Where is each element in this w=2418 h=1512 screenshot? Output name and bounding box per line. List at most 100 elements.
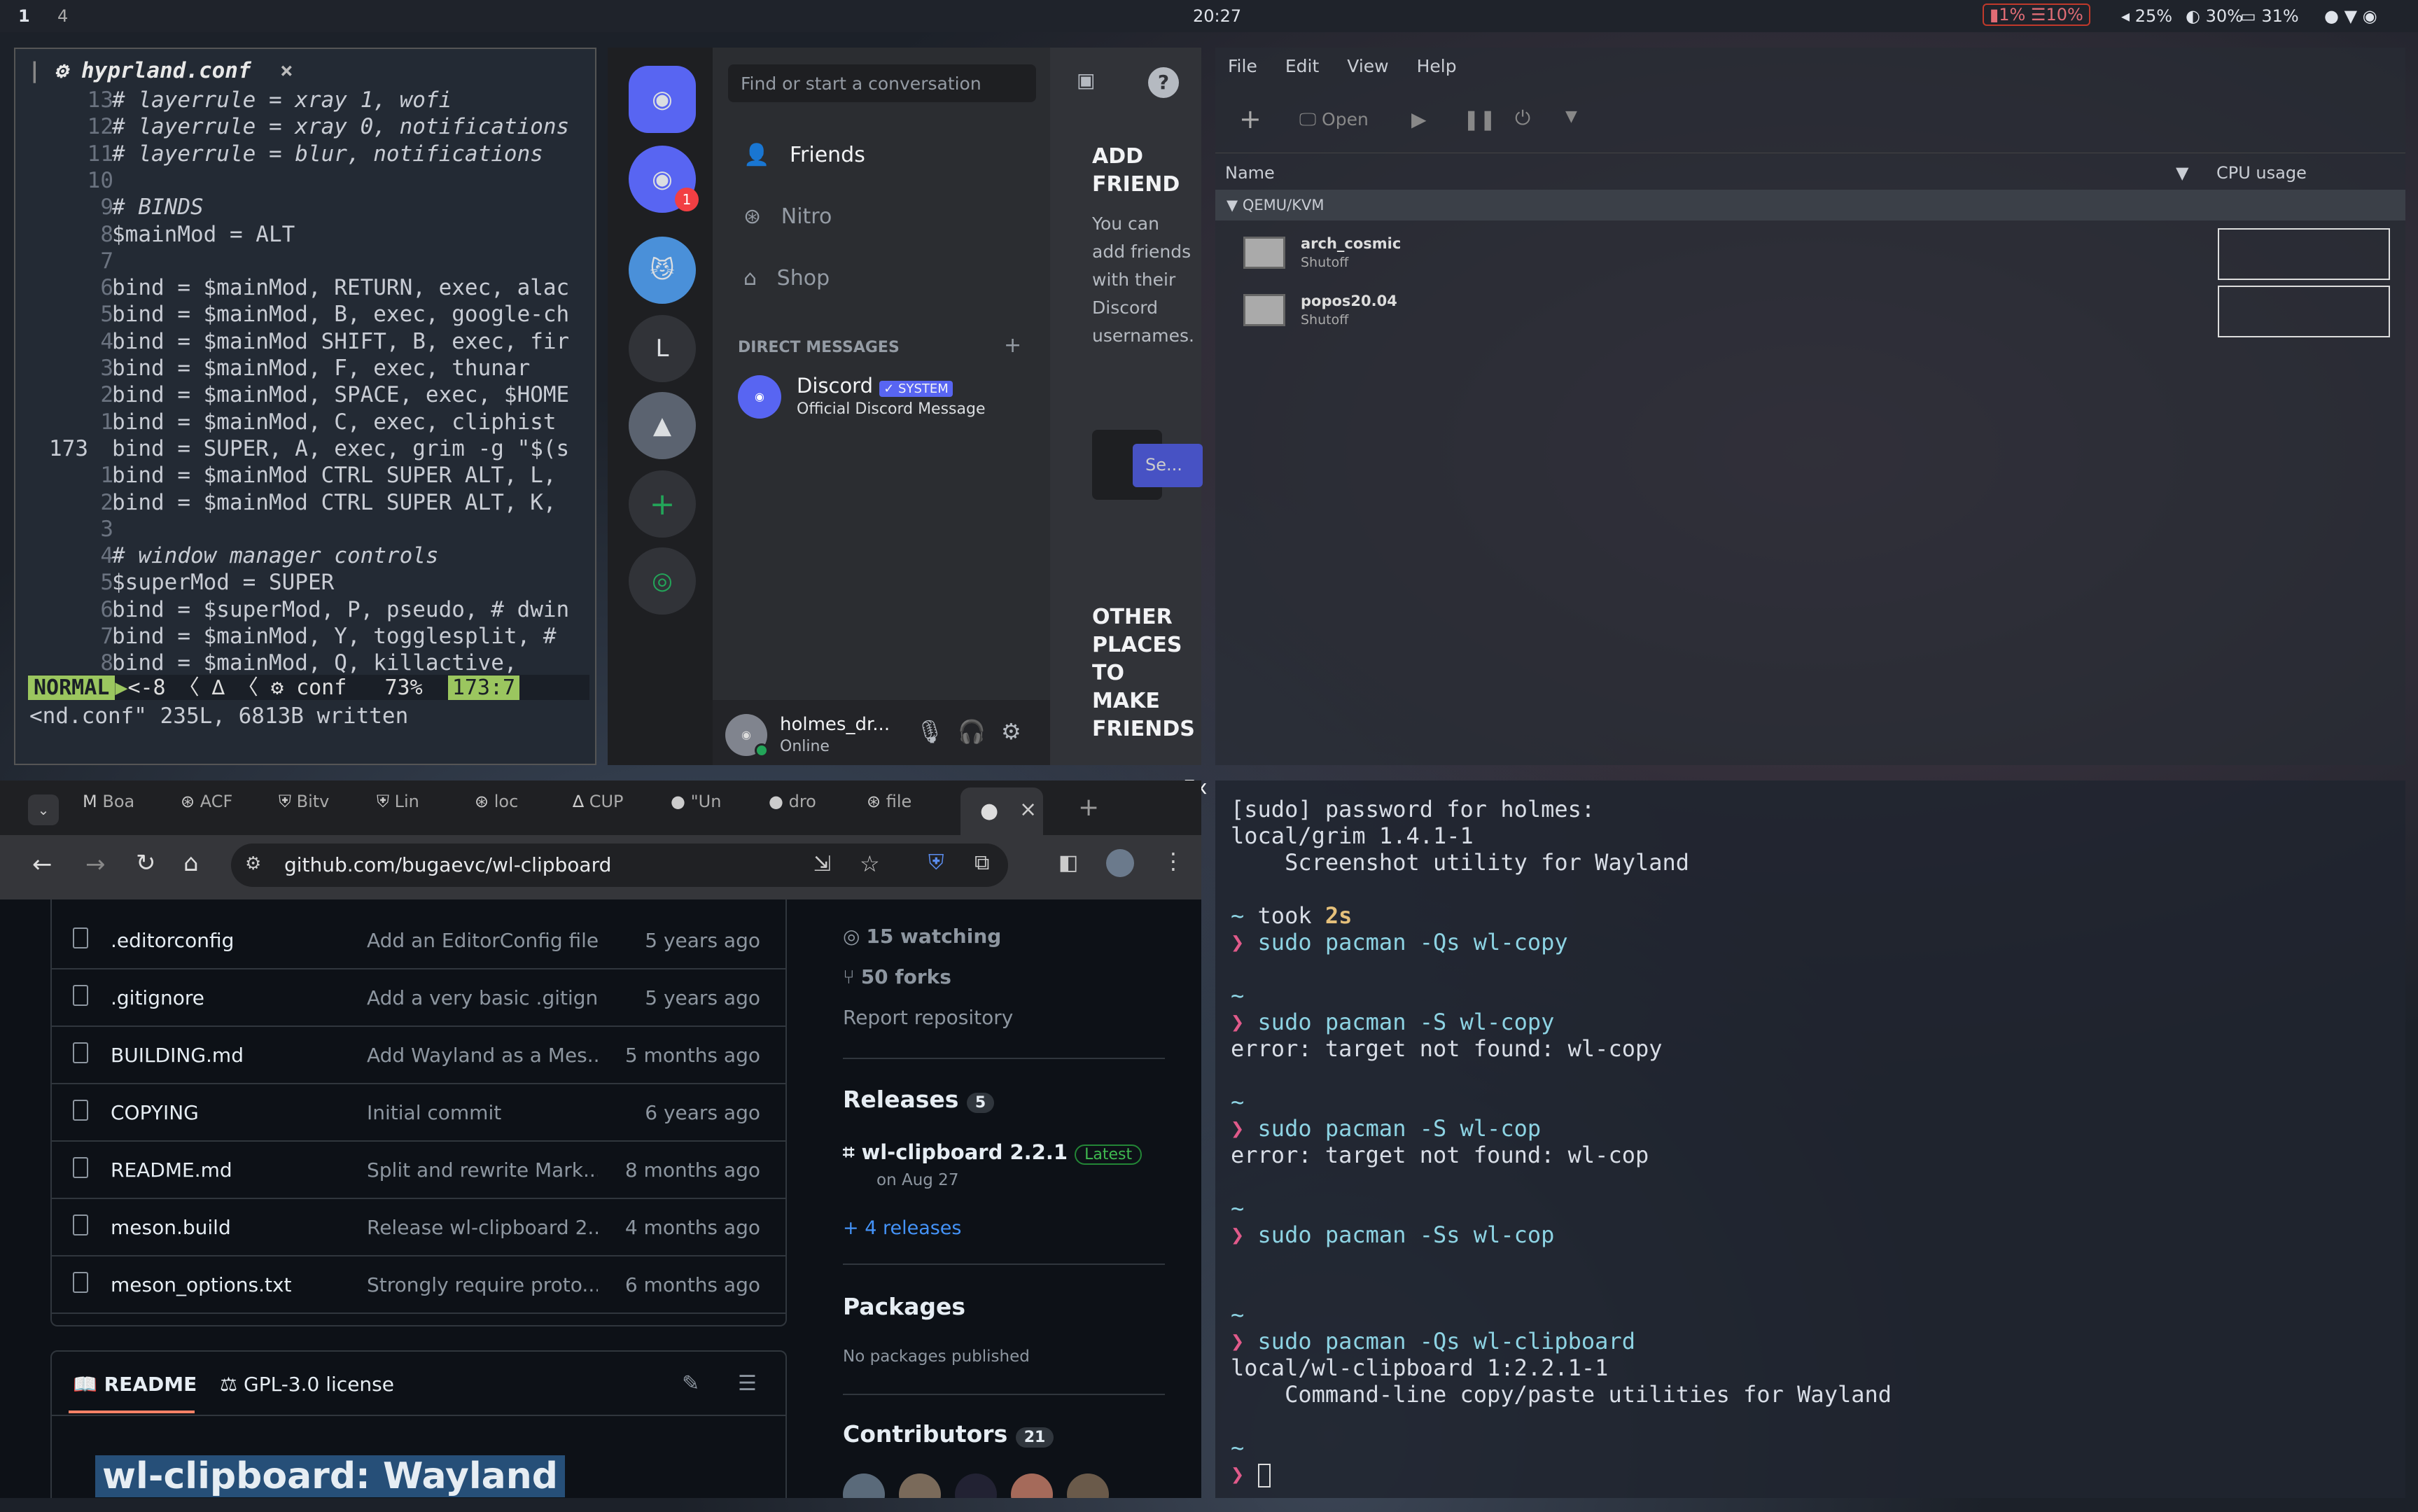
menu-help[interactable]: Help (1417, 56, 1457, 76)
bookmark-star-icon[interactable]: ☆ (860, 850, 880, 877)
browser-tab[interactable]: ⊛ loc (475, 792, 563, 827)
server-icon-L[interactable]: L (629, 315, 696, 382)
code-line[interactable]: # layerrule = xray 1, wofi (112, 87, 452, 113)
pause-icon[interactable]: ❚❚ (1463, 108, 1496, 131)
file-name[interactable]: meson_options.txt (111, 1273, 292, 1296)
file-name[interactable]: .gitignore (111, 986, 204, 1009)
browser-tab[interactable]: ⛨ Lin (377, 792, 465, 827)
commit-msg[interactable]: Split and rewrite Mark... (367, 1158, 598, 1182)
code-line[interactable]: bind = $mainMod, C, exec, cliphist (112, 409, 557, 435)
code-line[interactable]: bind = $mainMod, SPACE, exec, $HOME (112, 382, 569, 408)
dm-item-discord[interactable]: ◉ Discord ✓ SYSTEM Official Discord Mess… (738, 372, 1032, 423)
col-name[interactable]: Name (1225, 163, 1275, 183)
code-line[interactable]: bind = $mainMod CTRL SUPER ALT, K, (112, 489, 557, 516)
add-server-icon[interactable]: + (629, 470, 696, 538)
code-line[interactable]: bind = $mainMod, F, exec, thunar (112, 355, 530, 382)
browser-tab[interactable]: ● dro (769, 792, 857, 827)
inbox-icon[interactable]: ▣ (1077, 69, 1095, 92)
menu-view[interactable]: View (1347, 56, 1388, 76)
workspace-4[interactable]: 4 (57, 6, 68, 26)
menu-edit[interactable]: Edit (1285, 56, 1319, 76)
code-line[interactable]: bind = $superMod, P, pseudo, # dwin (112, 596, 569, 623)
workspace-1[interactable]: 1 (18, 6, 30, 26)
nav-nitro[interactable]: ⊛ Nitro (743, 204, 832, 229)
help-icon[interactable]: ? (1148, 67, 1179, 98)
code-line[interactable]: bind = $mainMod, Y, togglesplit, # (112, 623, 557, 650)
code-line[interactable]: # layerrule = blur, notifications (112, 141, 543, 167)
commit-msg[interactable]: Strongly require proto... (367, 1273, 598, 1296)
file-row[interactable]: meson_options.txt Strongly require proto.… (52, 1256, 785, 1314)
headset-icon[interactable]: 🎧 (958, 718, 986, 745)
nav-shop[interactable]: ⌂ Shop (743, 266, 830, 290)
nav-friends[interactable]: 👤 Friends (743, 143, 865, 167)
discord-home-icon[interactable]: ◉ (629, 66, 696, 133)
open-button[interactable]: 🖵 Open (1299, 109, 1369, 130)
packages-heading[interactable]: Packages (843, 1293, 965, 1320)
commit-msg[interactable]: Add an EditorConfig file (367, 929, 598, 952)
vm-row[interactable]: popos20.04 Shutoff (1215, 286, 2405, 339)
release-item[interactable]: ⌗ wl-clipboard 2.2.1 Latest (843, 1140, 1142, 1165)
col-cpu[interactable]: CPU usage (2216, 163, 2307, 183)
bitwarden-icon[interactable]: ⛨ (928, 850, 944, 875)
more-releases-link[interactable]: + 4 releases (843, 1217, 962, 1239)
reload-icon[interactable]: ↻ (136, 849, 156, 877)
new-vm-icon[interactable]: + (1239, 104, 1262, 134)
file-row[interactable]: README.md Split and rewrite Mark... 8 mont… (52, 1142, 785, 1199)
nvim-window[interactable]: | ⚙ hyprland.conf × 13 # layerrule = xray… (14, 48, 596, 765)
sort-chevron-icon[interactable]: ▼ (2176, 163, 2188, 183)
code-line[interactable]: bind = $mainMod, B, exec, google-ch (112, 301, 569, 328)
browser-tab[interactable]: ⛨ Bitv (279, 792, 367, 827)
commit-msg[interactable]: Add a very basic .gitign... (367, 986, 598, 1009)
home-icon[interactable]: ⌂ (183, 849, 199, 877)
server-icon-photo[interactable]: ▲ (629, 392, 696, 459)
file-row[interactable]: meson.build Release wl-clipboard 2.... 4 m… (52, 1199, 785, 1256)
mic-icon[interactable]: 🎙 (916, 718, 944, 745)
contributors-heading[interactable]: Contributors 21 (843, 1420, 1054, 1448)
active-tab[interactable]: ● × (960, 788, 1043, 835)
url-text[interactable]: github.com/bugaevc/wl-clipboard (284, 853, 611, 876)
install-app-icon[interactable]: ⇲ (813, 852, 831, 876)
browser-tab[interactable]: M Boa (83, 792, 171, 827)
browser-tab[interactable]: ⊛ ACF (181, 792, 269, 827)
code-line[interactable]: bind = $mainMod CTRL SUPER ALT, L, (112, 462, 557, 489)
server-icon-discord[interactable]: ◉ 1 (629, 146, 699, 213)
file-name[interactable]: BUILDING.md (111, 1044, 244, 1067)
new-tab-icon[interactable]: + (1078, 793, 1099, 822)
extensions-icon[interactable]: ⧉ (974, 850, 989, 875)
browser-tab[interactable]: ⊛ file (867, 792, 955, 827)
sidepanel-icon[interactable]: ◧ (1058, 850, 1078, 875)
readme-tab[interactable]: 📖 README (73, 1373, 197, 1396)
settings-gear-icon[interactable]: ⚙ (1001, 718, 1021, 745)
server-icon-cat[interactable]: 😼 (629, 237, 696, 304)
send-request-button[interactable]: Se... (1133, 444, 1203, 487)
nvim-tab[interactable]: | ⚙ hyprland.conf × (15, 57, 575, 83)
releases-heading[interactable]: Releases 5 (843, 1086, 995, 1113)
code-line[interactable]: bind = $mainMod, Q, killactive, (112, 650, 517, 676)
report-link[interactable]: Report repository (843, 1006, 1013, 1029)
tab-search-chevron-icon[interactable]: ⌄ (28, 794, 59, 825)
tray-icons[interactable]: ● ▼ ◉ (2324, 6, 2377, 26)
url-field[interactable]: ⚙ github.com/bugaevc/wl-clipboard ⇲ ☆ ⛨ … (231, 844, 1008, 887)
terminal-window[interactable]: [sudo] password for holmes: local/grim 1.… (1215, 780, 2405, 1498)
dm-search-input[interactable]: Find or start a conversation (728, 64, 1036, 102)
cpu-mem-widget[interactable]: ▮1% ☰10% (1983, 4, 2090, 26)
forward-icon[interactable]: → (85, 850, 106, 878)
code-line[interactable]: $mainMod = ALT (112, 221, 295, 248)
close-tab-icon[interactable]: × (280, 57, 293, 84)
kebab-menu-icon[interactable]: ⋮ (1162, 848, 1184, 874)
code-line[interactable]: # window manager controls (112, 542, 439, 569)
user-avatar[interactable]: ◉ (725, 714, 769, 757)
forks-count[interactable]: ⑂ 50 forks (843, 965, 951, 988)
run-icon[interactable]: ▶ (1411, 108, 1427, 131)
code-line[interactable]: bind = SUPER, A, exec, grim -g "$(s (112, 435, 569, 462)
code-line[interactable]: # BINDS (112, 194, 204, 220)
file-row[interactable]: .editorconfig Add an EditorConfig file 5 y… (52, 912, 785, 969)
explore-servers-icon[interactable]: ◎ (629, 547, 696, 615)
code-line[interactable]: bind = $mainMod SHIFT, B, exec, fir (112, 328, 569, 355)
code-line[interactable]: $superMod = SUPER (112, 569, 334, 596)
file-row[interactable]: .gitignore Add a very basic .gitign... 5 y… (52, 969, 785, 1027)
file-row[interactable]: COPYING Initial commit 6 years ago (52, 1084, 785, 1142)
watching-count[interactable]: ◎ 15 watching (843, 925, 1001, 948)
file-name[interactable]: COPYING (111, 1101, 199, 1124)
site-info-icon[interactable]: ⚙ (245, 853, 261, 874)
